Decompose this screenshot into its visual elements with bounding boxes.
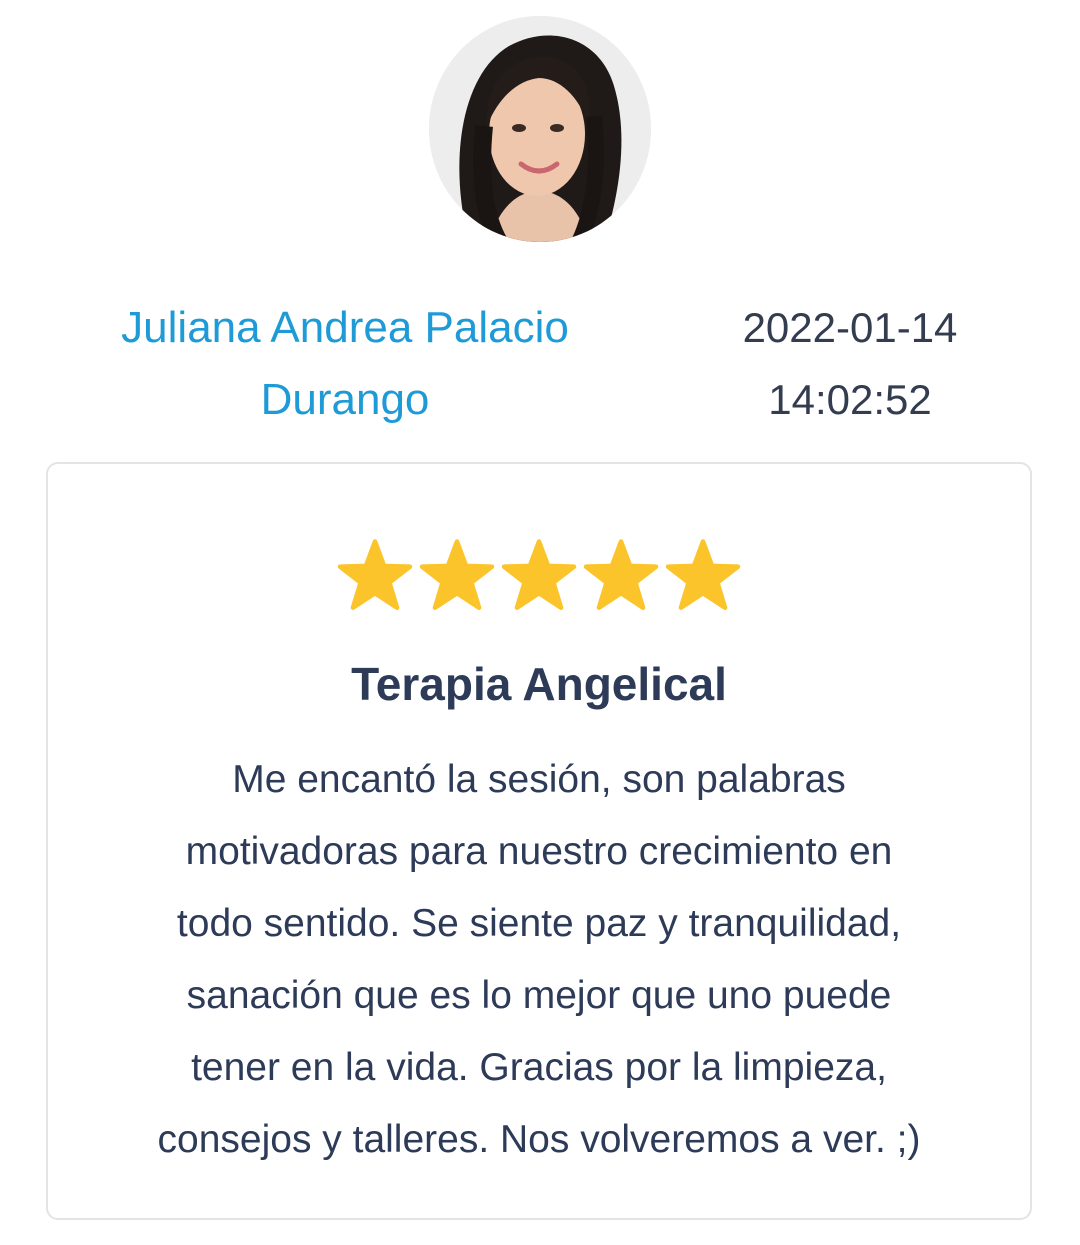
review-body-line: sanación que es lo mejor que uno puede <box>186 974 892 1017</box>
review-card: Terapia Angelical Me encantó la sesión, … <box>46 462 1032 1220</box>
review-body-line: motivadoras para nuestro crecimiento en <box>185 830 893 873</box>
star-icon <box>501 538 577 612</box>
star-icon <box>665 538 741 612</box>
star-rating <box>48 538 1030 612</box>
star-icon <box>419 538 495 612</box>
author-name-line2: Durango <box>260 375 430 424</box>
star-icon <box>583 538 659 612</box>
author-name-line1: Juliana Andrea Palacio <box>121 303 569 352</box>
star-icon <box>337 538 413 612</box>
review-body-line: todo sentido. Se siente paz y tranquilid… <box>176 902 902 945</box>
review-body: Me encantó la sesión, son palabras motiva… <box>88 744 990 1176</box>
avatar <box>429 16 651 242</box>
review-body-line: tener en la vida. Gracias por la limpiez… <box>191 1046 887 1089</box>
review-date: 2022-01-14 <box>742 304 958 351</box>
review-timestamp: 2022-01-14 14:02:52 <box>700 292 1000 436</box>
review-time: 14:02:52 <box>768 376 932 423</box>
review-body-line: Me encantó la sesión, son palabras <box>232 758 846 801</box>
author-name[interactable]: Juliana Andrea Palacio Durango <box>70 292 620 436</box>
review-title: Terapia Angelical <box>351 658 727 710</box>
review-body-line: consejos y talleres. Nos volveremos a ve… <box>157 1118 921 1161</box>
